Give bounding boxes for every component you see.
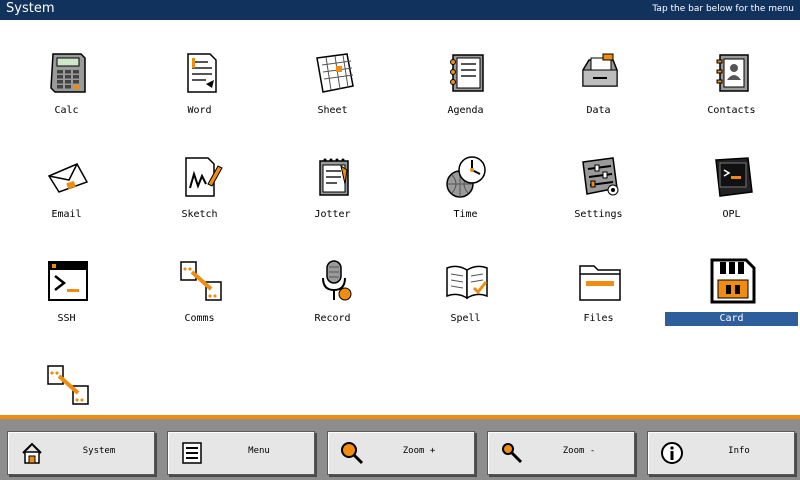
app-data[interactable]: Data: [532, 20, 665, 124]
dock-button-info[interactable]: Info: [647, 431, 795, 475]
app-label: Calc: [54, 105, 79, 116]
app-label: Data: [586, 105, 611, 116]
spreadsheet-icon: [311, 50, 357, 96]
app-sheet[interactable]: Sheet: [266, 20, 399, 124]
envelope-icon: [45, 154, 91, 200]
settings-sliders-icon: [577, 154, 623, 200]
app-grid: Calc Word Sheet Agenda Data Contacts Email Sket…: [0, 20, 800, 415]
dock-button-label: Zoom -: [562, 446, 596, 456]
info-icon: [660, 441, 684, 465]
dock-button-home[interactable]: System: [7, 431, 155, 475]
app-calc[interactable]: Calc: [0, 20, 133, 124]
app-contacts[interactable]: Contacts: [665, 20, 798, 124]
app-time[interactable]: Time: [399, 124, 532, 228]
terminal-prompt-icon: [45, 258, 91, 304]
app-agenda[interactable]: Agenda: [399, 20, 532, 124]
app-label: Settings: [574, 209, 623, 220]
dock-button-menu-list[interactable]: Menu: [167, 431, 315, 475]
clock-globe-icon: [444, 154, 490, 200]
app-comms[interactable]: Comms: [133, 228, 266, 332]
opl-terminal-icon: [710, 154, 756, 200]
app-label: Sheet: [317, 105, 348, 116]
dock-button-label: Zoom +: [402, 446, 436, 456]
menu-hint: Tap the bar below for the menu: [652, 4, 794, 14]
app-label: Comms: [184, 313, 215, 324]
window-title: System: [6, 1, 55, 16]
app-label: Word: [187, 105, 212, 116]
microphone-icon: [311, 258, 357, 304]
memory-card-icon: [710, 258, 756, 304]
agenda-book-icon: [444, 50, 490, 96]
app-label: Card: [665, 312, 798, 326]
folder-icon: [577, 258, 623, 304]
app-label: SSH: [57, 313, 76, 324]
dock-button-label: Menu: [248, 446, 270, 456]
menu-list-icon: [180, 441, 204, 465]
app-files[interactable]: Files: [532, 228, 665, 332]
app-label: Files: [583, 313, 614, 324]
dock-button-label: Info: [728, 446, 750, 456]
app-label: Time: [453, 209, 478, 220]
app-word[interactable]: Word: [133, 20, 266, 124]
app-label: Contacts: [707, 105, 756, 116]
sketch-pencil-icon: [178, 154, 224, 200]
zoom-in-icon: [340, 441, 364, 465]
app-label: Jotter: [314, 209, 351, 220]
app-email[interactable]: Email: [0, 124, 133, 228]
app-label: Email: [51, 209, 82, 220]
home-icon: [20, 441, 44, 465]
app-label: Agenda: [447, 105, 484, 116]
dock-bar: System Menu Zoom + Zoom - Info: [0, 415, 800, 480]
app-record[interactable]: Record: [266, 228, 399, 332]
app-label: Sketch: [181, 209, 218, 220]
comms-link-icon: [178, 258, 224, 304]
app-spell[interactable]: Spell: [399, 228, 532, 332]
app-sketch[interactable]: Sketch: [133, 124, 266, 228]
notepad-icon: [311, 154, 357, 200]
comms-link-icon: [45, 362, 91, 408]
dock-button-zoom-out[interactable]: Zoom -: [487, 431, 635, 475]
zoom-out-icon: [500, 441, 524, 465]
app-settings[interactable]: Settings: [532, 124, 665, 228]
open-book-icon: [444, 258, 490, 304]
contacts-book-icon: [710, 50, 756, 96]
app-jotter[interactable]: Jotter: [266, 124, 399, 228]
app-ssh[interactable]: SSH: [0, 228, 133, 332]
app-opl[interactable]: OPL: [665, 124, 798, 228]
app-label: Record: [314, 313, 351, 324]
title-bar: System Tap the bar below for the menu: [0, 0, 800, 20]
card-file-icon: [577, 50, 623, 96]
calculator-icon: [45, 50, 91, 96]
word-document-icon: [178, 50, 224, 96]
app-card[interactable]: Card: [665, 228, 798, 332]
app-label: OPL: [722, 209, 741, 220]
dock-button-zoom-in[interactable]: Zoom +: [327, 431, 475, 475]
dock-button-label: System: [82, 446, 116, 456]
app-label: Spell: [450, 313, 481, 324]
